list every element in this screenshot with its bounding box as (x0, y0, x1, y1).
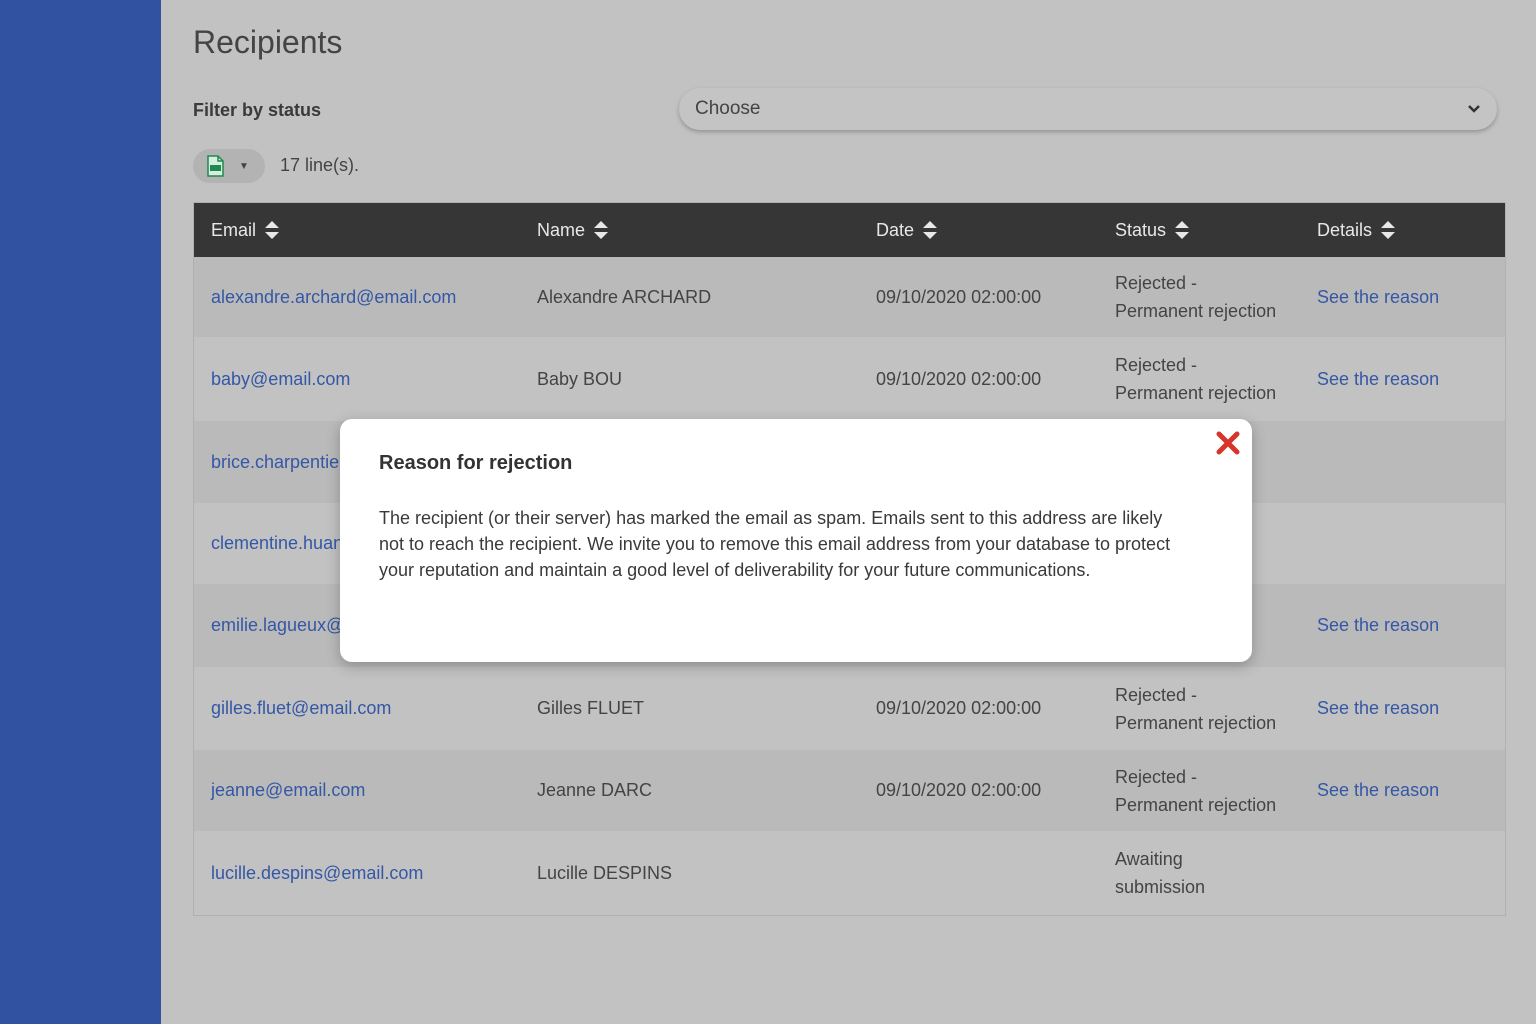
table-row: lucille.despins@email.com Lucille DESPINS… (194, 831, 1505, 915)
page-title: Recipients (193, 24, 343, 60)
status-line: Rejected - (1115, 766, 1198, 787)
status-line: Permanent rejection (1115, 712, 1277, 733)
see-reason-link[interactable]: See the reason (1317, 369, 1505, 390)
table-row: jeanne@email.com Jeanne DARC 09/10/2020 02… (194, 750, 1505, 831)
column-header-label: Status (1115, 220, 1167, 240)
status-line: Rejected - (1115, 273, 1198, 293)
sort-icon (1381, 221, 1396, 239)
sort-icon (1175, 221, 1190, 239)
table-row: gilles.fluet@email.com Gilles FLUET 09/10/… (194, 667, 1505, 750)
status-line: submission (1115, 877, 1206, 897)
see-reason-link[interactable]: See the reason (1317, 780, 1505, 801)
see-reason-link[interactable]: See the reason (1317, 615, 1505, 636)
status-line: Awaiting (1115, 849, 1183, 869)
close-icon[interactable] (1214, 429, 1242, 457)
email-link[interactable]: lucille.despins@email.com (194, 863, 537, 884)
status-line: Permanent rejection (1115, 794, 1277, 815)
recipient-name: Jeanne DARC (537, 780, 653, 800)
recipient-name: Alexandre ARCHARD (537, 286, 712, 307)
email-link[interactable]: jeanne@email.com (194, 780, 537, 801)
caret-down-icon: ▼ (239, 160, 249, 172)
column-header-label: Name (537, 219, 586, 240)
filter-status-label: Filter by status (193, 100, 322, 120)
column-header-email[interactable]: Email (194, 219, 537, 241)
modal-body: The recipient (or their server) has mark… (379, 508, 1171, 580)
status-cell: Awaiting submission (1115, 845, 1317, 901)
status-cell: Rejected - Permanent rejection (1115, 269, 1317, 325)
recipient-name: Gilles FLUET (537, 698, 645, 718)
status-line: Permanent rejection (1115, 301, 1277, 321)
sort-icon (594, 221, 609, 239)
status-cell: Rejected - Permanent rejection (1115, 681, 1317, 737)
recipient-name: Baby BOU (537, 368, 623, 389)
sort-icon (265, 221, 280, 239)
status-cell: Rejected - Permanent rejection (1115, 763, 1317, 819)
column-header-details[interactable]: Details (1317, 219, 1505, 241)
recipient-name: Lucille DESPINS (537, 862, 673, 883)
column-header-status[interactable]: Status (1115, 216, 1317, 244)
column-header-label: Email (211, 219, 257, 240)
sidebar (0, 0, 161, 1024)
table-header: Email Name Date Status Details (194, 203, 1505, 257)
status-line: Rejected - (1115, 684, 1198, 705)
date-cell: 09/10/2020 02:00:00 (876, 698, 1042, 718)
email-link[interactable]: gilles.fluet@email.com (194, 698, 537, 719)
column-header-date[interactable]: Date (876, 219, 1115, 241)
column-header-name[interactable]: Name (537, 219, 876, 241)
column-header-label: Details (1317, 219, 1373, 240)
rejection-reason-modal: Reason for rejection The recipient (or t… (340, 419, 1252, 662)
date-cell: 09/10/2020 02:00:00 (876, 780, 1042, 800)
status-select-value: Choose (695, 98, 761, 119)
export-button[interactable]: ▼ (193, 149, 265, 183)
table-row: baby@email.com Baby BOU 09/10/2020 02:00:0… (194, 337, 1505, 421)
status-line: Permanent rejection (1115, 383, 1277, 403)
status-cell: Rejected - Permanent rejection (1115, 351, 1317, 407)
email-link[interactable]: alexandre.archard@email.com (194, 287, 537, 308)
modal-title: Reason for rejection (379, 452, 573, 474)
column-header-label: Date (876, 219, 915, 240)
table-row: alexandre.archard@email.com Alexandre ARC… (194, 257, 1505, 337)
sort-icon (923, 221, 938, 239)
excel-file-icon (207, 155, 224, 177)
see-reason-link[interactable]: See the reason (1317, 698, 1505, 719)
status-filter-select[interactable]: Choose (679, 88, 1497, 130)
date-cell: 09/10/2020 02:00:00 (876, 368, 1042, 389)
status-line: Rejected - (1115, 355, 1198, 375)
line-count: 17 line(s). (280, 155, 360, 175)
see-reason-link[interactable]: See the reason (1317, 287, 1505, 308)
date-cell: 09/10/2020 02:00:00 (876, 286, 1042, 307)
chevron-down-icon (1467, 101, 1481, 117)
email-link[interactable]: baby@email.com (194, 369, 537, 390)
